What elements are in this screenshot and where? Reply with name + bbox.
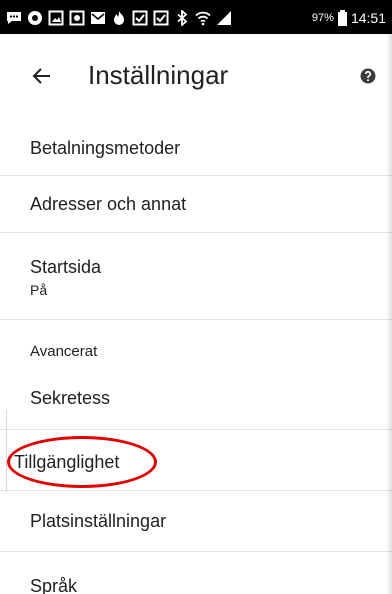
settings-item-label: Platsinställningar [30,511,167,531]
check-box-icon [132,10,148,26]
settings-item-payment-methods[interactable]: Betalningsmetoder [0,118,392,176]
section-header: Avancerat [30,343,98,360]
settings-item-accessibility[interactable]: Tillgänglighet [0,430,392,491]
battery-icon [337,10,347,26]
help-button[interactable] [356,64,380,88]
status-bar: 97% 14:51 [0,0,392,34]
settings-item-addresses[interactable]: Adresser och annat [0,176,392,233]
signal-icon [216,10,232,26]
settings-item-language[interactable]: Språk [0,552,392,594]
window-edge [6,410,10,492]
app-bar: Inställningar [0,34,392,119]
clock: 14:51 [350,10,386,26]
settings-item-label: Adresser och annat [30,194,187,214]
section-advanced: Avancerat [0,320,392,372]
fire-icon [111,10,127,26]
frame-shadow [386,0,392,594]
message-icon [6,10,22,26]
settings-item-label: Sekretess [30,388,111,408]
bluetooth-icon [174,10,190,26]
settings-item-site-settings[interactable]: Platsinställningar [0,491,392,552]
record-icon [27,10,43,26]
back-button[interactable] [22,56,62,96]
settings-item-privacy[interactable]: Sekretess [0,372,392,430]
settings-item-label: Språk [30,576,78,594]
settings-item-label: Startsida [30,257,102,277]
status-right: 97% 14:51 [312,10,386,26]
arrow-left-icon [32,68,50,84]
settings-item-homepage[interactable]: Startsida På [0,233,392,320]
settings-item-label: Tillgänglighet [14,452,120,472]
photo-icon [69,10,85,26]
wifi-icon [195,10,211,26]
notification-icons [6,10,232,26]
settings-item-label: Betalningsmetoder [30,138,181,158]
settings-item-sublabel: På [30,282,48,298]
help-circle-icon [360,68,376,84]
mail-icon [90,10,106,26]
battery-percent: 97% [311,12,334,24]
page-title: Inställningar [88,60,229,90]
check-box-icon [153,10,169,26]
screen: 97% 14:51 Inställningar Betalningsmetode… [0,0,392,594]
image-icon [48,10,64,26]
